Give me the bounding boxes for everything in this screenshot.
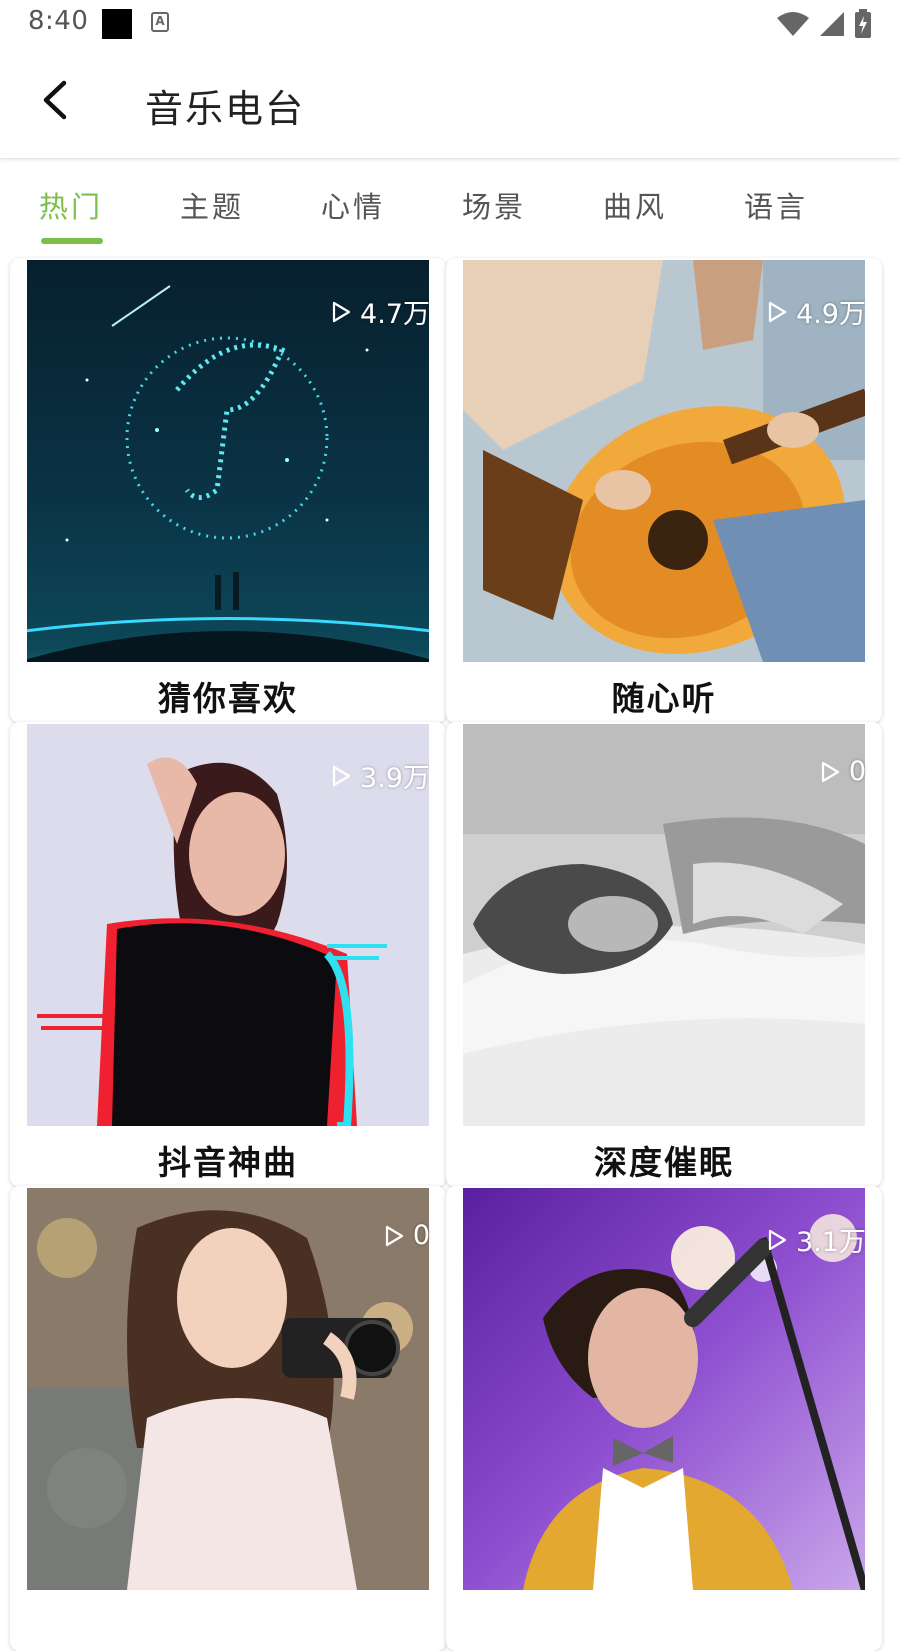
play-icon bbox=[332, 765, 351, 786]
play-count-value: 3.1万 bbox=[796, 1227, 866, 1258]
play-count: 4.9万 bbox=[766, 292, 866, 331]
play-count-value: 0 bbox=[848, 756, 866, 787]
station-cover-image bbox=[27, 1188, 429, 1590]
play-count: 0 bbox=[383, 1220, 430, 1251]
active-tab-indicator bbox=[41, 238, 103, 244]
status-time: 8:40 bbox=[28, 6, 89, 36]
station-card[interactable]: 3.9万 抖音神曲 bbox=[10, 722, 446, 1187]
station-title: 随心听 bbox=[611, 679, 717, 718]
play-count: 0 bbox=[819, 756, 866, 787]
station-title: 猜你喜欢 bbox=[158, 679, 298, 718]
play-icon bbox=[821, 761, 839, 782]
play-icon bbox=[385, 1225, 403, 1246]
tab-scene[interactable]: 场景 bbox=[439, 184, 549, 244]
play-icon bbox=[768, 1229, 787, 1250]
play-count-value: 4.7万 bbox=[360, 299, 430, 330]
status-icons bbox=[776, 8, 872, 40]
station-card[interactable]: 4.7万 猜你喜欢 bbox=[10, 258, 446, 723]
station-card[interactable]: 0 bbox=[10, 1186, 446, 1651]
tab-language[interactable]: 语言 bbox=[721, 184, 831, 244]
play-count-value: 4.9万 bbox=[796, 299, 866, 330]
text-notification-icon: A bbox=[151, 12, 169, 32]
notification-square-icon bbox=[102, 9, 132, 39]
tab-hot[interactable]: 热门 bbox=[16, 184, 126, 244]
station-title: 深度催眠 bbox=[594, 1143, 734, 1182]
station-card[interactable]: 0 深度催眠 bbox=[446, 722, 882, 1187]
station-cover-image bbox=[463, 724, 865, 1126]
category-tabs: 热门 主题 心情 场景 曲风 语言 bbox=[0, 160, 900, 250]
battery-icon bbox=[855, 9, 871, 38]
play-count: 3.9万 bbox=[330, 756, 430, 795]
tab-theme[interactable]: 主题 bbox=[157, 184, 267, 244]
station-card[interactable]: 4.9万 随心听 bbox=[446, 258, 882, 723]
play-count: 4.7万 bbox=[330, 292, 430, 331]
back-button[interactable] bbox=[24, 68, 88, 132]
play-count-value: 0 bbox=[412, 1220, 430, 1251]
back-arrow-icon bbox=[43, 80, 67, 120]
cell-signal-icon bbox=[820, 12, 844, 36]
station-title: 抖音神曲 bbox=[158, 1143, 298, 1182]
tab-genre[interactable]: 曲风 bbox=[580, 184, 690, 244]
wifi-icon bbox=[777, 12, 809, 36]
play-icon bbox=[332, 301, 351, 322]
app-bar: 音乐电台 bbox=[0, 48, 900, 159]
play-icon bbox=[768, 301, 787, 322]
tab-mood[interactable]: 心情 bbox=[298, 184, 408, 244]
station-card[interactable]: 3.1万 bbox=[446, 1186, 882, 1651]
page-title: 音乐电台 bbox=[145, 87, 306, 131]
play-count-value: 3.9万 bbox=[360, 763, 430, 794]
play-count: 3.1万 bbox=[766, 1220, 866, 1259]
status-bar: 8:40 A bbox=[0, 0, 900, 48]
